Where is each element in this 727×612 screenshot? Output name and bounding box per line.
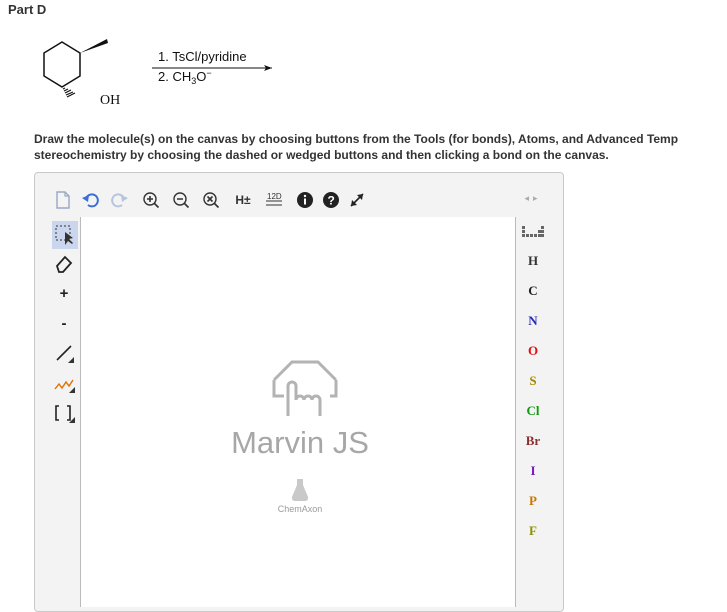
zoom-out-icon[interactable] [170, 189, 192, 211]
new-document-icon[interactable] [52, 189, 74, 211]
atom-button-s[interactable]: S [518, 368, 548, 394]
fullscreen-icon[interactable] [346, 189, 368, 211]
svg-text:?: ? [328, 194, 335, 208]
zoom-in-icon[interactable] [140, 189, 162, 211]
top-toolbar: H± 12D ? [48, 186, 518, 216]
left-toolbar: + - [46, 217, 80, 602]
chemaxon-brand-text: ChemAxon [277, 504, 323, 514]
atom-button-n[interactable]: N [518, 308, 548, 334]
cyclohexane-ring [43, 41, 81, 88]
part-title: Part D [8, 2, 47, 17]
single-bond-tool[interactable] [52, 341, 76, 365]
atom-button-c[interactable]: C [518, 278, 548, 304]
zoom-reset-icon[interactable] [200, 189, 222, 211]
h-toggle-button[interactable]: H± [230, 189, 256, 211]
atom-button-f[interactable]: F [518, 518, 548, 544]
atom-button-i[interactable]: I [518, 458, 548, 484]
marvin-logo-icon [272, 360, 338, 416]
undo-icon[interactable] [80, 189, 102, 211]
info-icon[interactable] [294, 189, 316, 211]
increase-charge-button[interactable]: + [52, 281, 76, 305]
right-scroll-arrows[interactable]: ◂▸ [518, 193, 548, 204]
bracket-tool[interactable] [52, 401, 76, 425]
instructions-line-2: stereochemistry by choosing the dashed o… [34, 148, 609, 162]
chemaxon-flask-icon [291, 479, 309, 502]
chain-tool[interactable] [52, 371, 76, 395]
hydroxyl-label: OH [100, 93, 120, 108]
atom-button-h[interactable]: H [518, 248, 548, 274]
atom-button-cl[interactable]: Cl [518, 398, 548, 424]
instructions: Draw the molecule(s) on the canvas by ch… [34, 131, 727, 163]
marvin-js-logo-text: Marvin JS [231, 425, 369, 460]
hash-bond [62, 87, 76, 98]
wedge-bond [80, 39, 108, 53]
selection-tool[interactable] [52, 221, 78, 249]
reagent-step-2: 2. CH3O− [158, 68, 212, 86]
decrease-charge-button[interactable]: - [52, 311, 76, 335]
reagent-step-1: 1. TsCl/pyridine [158, 49, 247, 64]
numbering-button[interactable]: 12D [262, 189, 286, 211]
atoms-toolbar: H C N O S Cl Br I P F [518, 217, 548, 602]
periodic-table-icon[interactable] [518, 219, 548, 245]
redo-icon[interactable] [108, 189, 130, 211]
atom-button-o[interactable]: O [518, 338, 548, 364]
reaction-scheme: OH 1. TsCl/pyridine 2. CH3O− [43, 39, 272, 108]
svg-text:12D: 12D [267, 192, 282, 201]
instructions-line-1: Draw the molecule(s) on the canvas by ch… [34, 132, 679, 146]
eraser-icon[interactable] [52, 251, 76, 275]
help-icon[interactable]: ? [320, 189, 342, 211]
atom-button-br[interactable]: Br [518, 428, 548, 454]
atom-button-p[interactable]: P [518, 488, 548, 514]
